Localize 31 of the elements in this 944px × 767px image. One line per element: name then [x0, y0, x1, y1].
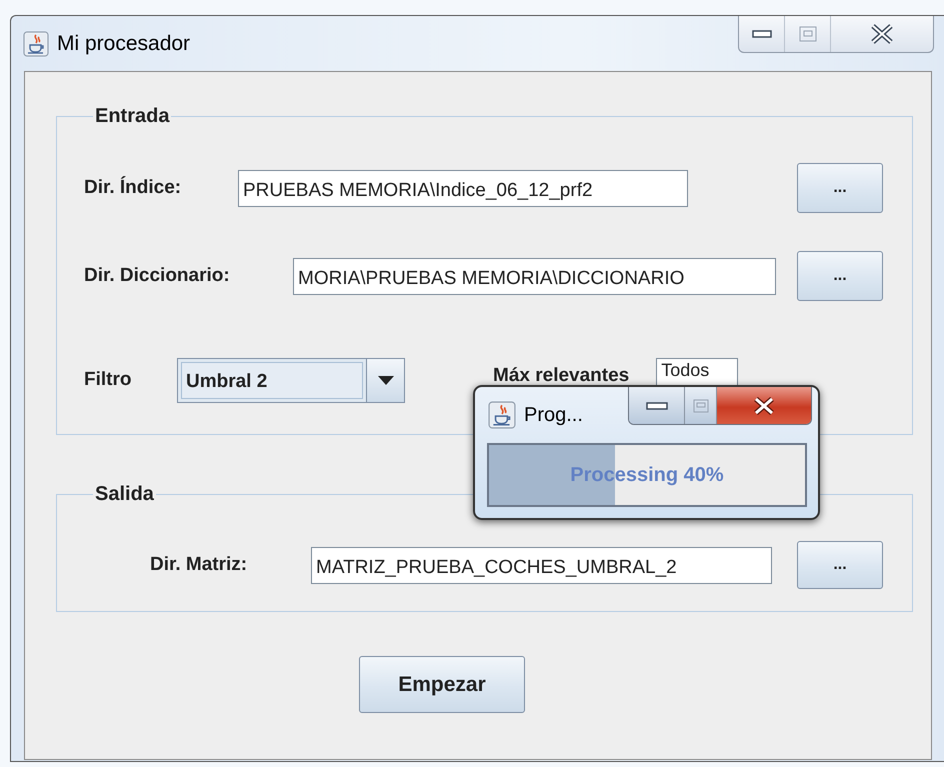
- browse-button[interactable]: ...: [797, 541, 883, 589]
- minimize-icon: [752, 29, 772, 39]
- minimize-button[interactable]: [629, 387, 685, 424]
- group-title: Salida: [94, 483, 155, 505]
- browse-button[interactable]: ...: [797, 251, 883, 301]
- group-title: Entrada: [94, 105, 171, 127]
- maximize-icon: [798, 26, 816, 42]
- index-dir-field[interactable]: PRUEBAS MEMORIA\Indice_06_12_prf2: [238, 170, 688, 206]
- start-button[interactable]: Empezar: [359, 656, 525, 713]
- max-relevant-label: Máx relevantes: [493, 364, 630, 388]
- dialog-title: Prog...: [524, 403, 583, 428]
- filter-label: Filtro: [84, 368, 132, 392]
- maximize-icon: [692, 398, 708, 412]
- maximize-button[interactable]: [685, 387, 717, 424]
- dictionary-dir-field[interactable]: MORIA\PRUEBAS MEMORIA\DICCIONARIO: [293, 258, 776, 294]
- close-button[interactable]: [717, 387, 811, 424]
- filter-combobox[interactable]: Umbral 2: [177, 358, 405, 403]
- window-title: Mi procesador: [57, 30, 190, 57]
- close-icon: [870, 24, 894, 44]
- minimize-icon: [646, 400, 668, 410]
- java-cup-icon: [23, 30, 49, 56]
- dropdown-arrow-icon: [378, 376, 394, 385]
- progress-text: Processing 40%: [569, 463, 725, 488]
- field-label: Dir. Índice:: [84, 175, 182, 200]
- dropdown-arrow-button[interactable]: [366, 359, 404, 402]
- matrix-dir-field[interactable]: MATRIZ_PRUEBA_COCHES_UMBRAL_2: [311, 546, 772, 584]
- java-cup-icon: [488, 401, 516, 429]
- field-label: Dir. Diccionario:: [84, 264, 231, 288]
- close-icon: [753, 396, 775, 414]
- browse-button[interactable]: ...: [797, 163, 883, 213]
- field-label: Dir. Matriz:: [150, 552, 248, 577]
